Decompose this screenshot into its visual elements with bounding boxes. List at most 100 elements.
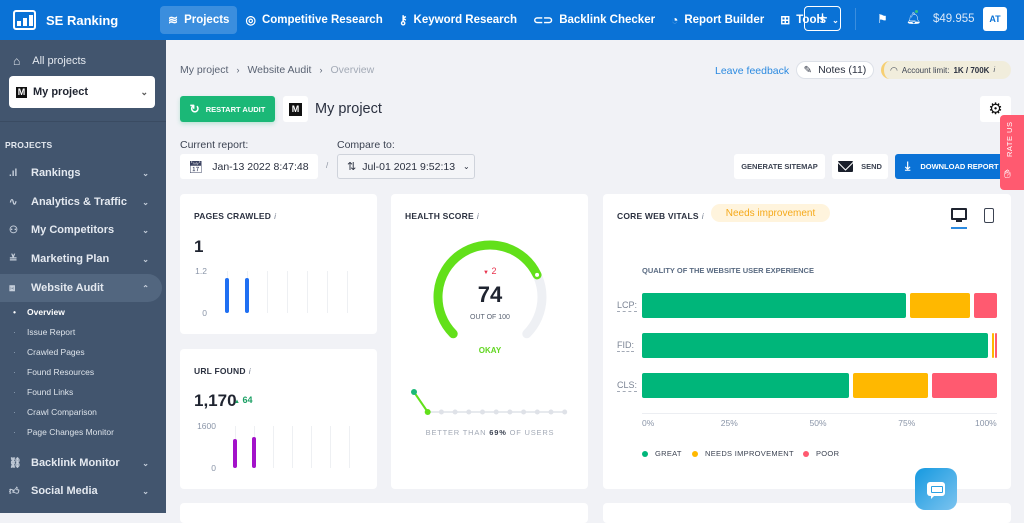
leave-feedback-link[interactable]: Leave feedback: [715, 65, 789, 77]
sidebar-item-rankings[interactable]: .ıl Rankings ⌄: [0, 159, 162, 187]
nav-keyword-research[interactable]: ⚷ Keyword Research: [391, 6, 525, 34]
health-score-delta: ▼ 2: [483, 266, 496, 276]
envelope-icon: [838, 161, 854, 172]
avatar[interactable]: AT: [983, 7, 1007, 31]
history-point[interactable]: [452, 409, 458, 415]
sidebar-item-marketing-plan[interactable]: ≚ Marketing Plan ⌄: [0, 245, 162, 273]
chart-bar[interactable]: [252, 437, 256, 468]
history-point[interactable]: [521, 409, 527, 415]
info-icon[interactable]: i: [477, 211, 479, 221]
x-tick-label: 25%: [720, 418, 738, 428]
legend-label: GREAT: [655, 449, 682, 458]
cwv-segment-great[interactable]: [642, 373, 850, 398]
chart-bar[interactable]: [233, 439, 237, 468]
nav-competitive-research[interactable]: ◎ Competitive Research: [237, 6, 390, 34]
compare-to-label: Compare to:: [337, 139, 395, 151]
chat-button[interactable]: [915, 468, 957, 510]
cwv-label-fid[interactable]: FID:: [617, 340, 634, 352]
current-report-date[interactable]: 📅︎ Jan-13 2022 8:47:48: [180, 154, 318, 179]
subitem-issue-report[interactable]: · Issue Report: [0, 322, 75, 342]
delta-value: 2: [491, 266, 497, 276]
chevron-up-icon: ⌃: [142, 283, 149, 293]
subitem-found-resources[interactable]: · Found Resources: [0, 362, 94, 382]
better-than-text: BETTER THAN 69% OF USERS: [400, 428, 580, 437]
all-projects-link[interactable]: ⌂ All projects: [13, 54, 86, 68]
subitem-crawled-pages[interactable]: · Crawled Pages: [0, 342, 85, 362]
history-point[interactable]: [493, 409, 499, 415]
cwv-segment-great[interactable]: [642, 293, 907, 318]
history-point[interactable]: [480, 409, 485, 415]
compare-to-select[interactable]: ⇅ Jul-01 2021 9:52:13 ⌄: [337, 154, 475, 179]
sidebar-item-social-media[interactable]: 👍︎ Social Media ⌄: [0, 477, 162, 505]
restart-audit-button[interactable]: ↻ RESTART AUDIT: [180, 96, 275, 122]
pages-crawled-value: 1: [194, 237, 204, 256]
brand-logo[interactable]: SE Ranking: [0, 10, 160, 30]
core-web-vitals-title: CORE WEB VITALS i: [617, 211, 704, 221]
send-button[interactable]: SEND: [832, 154, 888, 179]
desktop-icon[interactable]: [951, 208, 967, 222]
sidebar-item-backlink-monitor[interactable]: ⛓ Backlink Monitor ⌄: [0, 449, 162, 477]
notes-button[interactable]: ✎ Notes (11): [796, 61, 874, 79]
flag-icon[interactable]: ⚑: [877, 12, 888, 26]
history-point[interactable]: [548, 409, 554, 415]
info-icon[interactable]: i: [249, 366, 251, 376]
legend-dot-poor: [803, 450, 809, 457]
rate-us-tab[interactable]: RATE US ✋︎: [1000, 115, 1024, 190]
info-icon[interactable]: i: [274, 211, 276, 221]
y-axis-max-label: 1.2: [195, 266, 207, 276]
cwv-label-cls[interactable]: CLS:: [617, 380, 638, 392]
cwv-segment-needs-improvement[interactable]: [991, 333, 994, 358]
sidebar-item-analytics-traffic[interactable]: ∿ Analytics & Traffic ⌄: [0, 188, 162, 216]
breadcrumb-website-audit[interactable]: Website Audit: [247, 64, 311, 76]
sidebar: ⌂ All projects M My project ⌄ PROJECTS .…: [0, 40, 166, 513]
cwv-segment-poor[interactable]: [931, 373, 997, 398]
health-score-status: OKAY: [478, 346, 502, 355]
generate-sitemap-button[interactable]: GENERATE SITEMAP: [734, 154, 825, 179]
history-point[interactable]: [466, 409, 472, 415]
history-point[interactable]: [562, 409, 568, 415]
checklist-icon: ≚: [9, 253, 18, 265]
history-point[interactable]: [507, 409, 513, 415]
nav-report-builder[interactable]: ◔ Report Builder: [663, 6, 772, 34]
subitem-page-changes-monitor[interactable]: · Page Changes Monitor: [0, 422, 114, 442]
cwv-segment-needs-improvement[interactable]: [910, 293, 971, 318]
cwv-label-lcp[interactable]: LCP:: [617, 300, 638, 312]
project-logo: M: [283, 96, 308, 122]
sidebar-item-website-audit[interactable]: ⧈ Website Audit ⌃: [0, 274, 162, 302]
breadcrumb-my-project[interactable]: My project: [180, 64, 228, 76]
subitem-overview[interactable]: • Overview: [0, 302, 65, 322]
sidebar-item-label: Backlink Monitor: [31, 457, 120, 469]
mobile-icon[interactable]: [984, 208, 994, 223]
notes-label: Notes (11): [818, 64, 867, 76]
project-selector[interactable]: M My project ⌄: [9, 76, 155, 108]
chart-bar[interactable]: [225, 278, 229, 313]
y-axis-max-label: 1600: [197, 421, 216, 431]
cwv-segment-poor[interactable]: [974, 293, 997, 318]
history-line: [413, 391, 429, 413]
account-balance[interactable]: $49.955: [933, 13, 975, 25]
info-icon[interactable]: i: [702, 211, 704, 221]
x-tick-label: 0%: [642, 418, 655, 428]
subitem-crawl-comparison[interactable]: · Crawl Comparison: [0, 402, 97, 422]
main-nav: ≋ Projects ◎ Competitive Research ⚷ Keyword…: [160, 0, 847, 40]
nav-projects[interactable]: ≋ Projects: [160, 6, 238, 34]
subitem-label: Crawled Pages: [27, 347, 85, 357]
cwv-segment-needs-improvement[interactable]: [853, 373, 928, 398]
chevron-down-icon: ⌄: [142, 486, 149, 496]
chart-bar[interactable]: [245, 278, 249, 313]
sidebar-item-label: Rankings: [31, 167, 81, 179]
sidebar-item-my-competitors[interactable]: ⚇ My Competitors ⌄: [0, 216, 162, 244]
breadcrumb: My project › Website Audit › Overview: [180, 64, 374, 76]
account-limit-badge[interactable]: ◠ Account limit: 1K / 700K i: [881, 61, 1011, 79]
nav-backlink-checker[interactable]: ⊂⊃ Backlink Checker: [525, 6, 663, 34]
history-point[interactable]: [438, 409, 444, 415]
subitem-found-links[interactable]: · Found Links: [0, 382, 73, 402]
history-point[interactable]: [411, 389, 417, 395]
history-point[interactable]: [424, 409, 431, 415]
card-title-text: HEALTH SCORE: [405, 211, 474, 221]
breadcrumb-overview: Overview: [330, 64, 375, 76]
sidebar-item-label: Marketing Plan: [31, 253, 110, 265]
add-button[interactable]: +: [804, 6, 841, 31]
cwv-segment-great[interactable]: [642, 333, 988, 358]
history-point[interactable]: [534, 409, 540, 415]
